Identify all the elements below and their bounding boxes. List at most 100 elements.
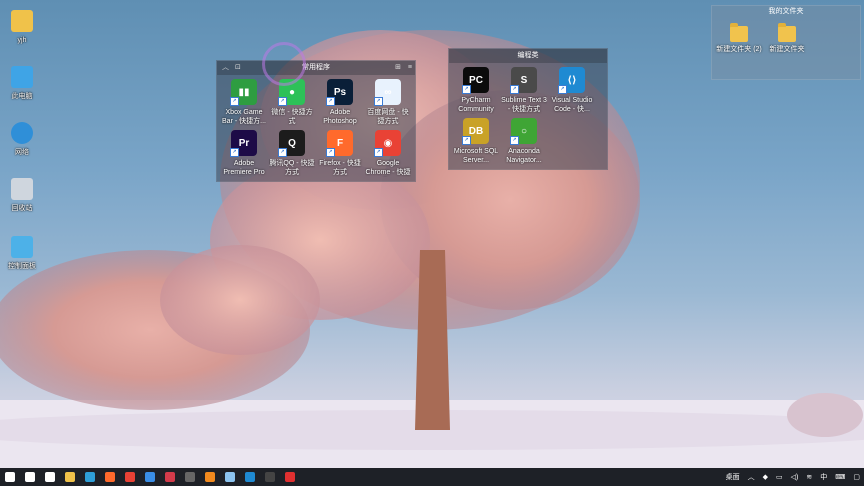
edge-icon[interactable] [80, 468, 100, 486]
app-label: Firefox - 快捷方式 [319, 160, 361, 176]
fence-title: 我的文件夹 [768, 8, 804, 15]
task-view-icon[interactable] [40, 468, 60, 486]
desktop-icon-user[interactable]: yjh [0, 10, 44, 45]
app-shortcut[interactable]: ∞ ↗ 百度网盘 - 快捷方式 [365, 79, 411, 126]
fence-title: 编程类 [517, 52, 539, 59]
sublime-icon-glyph [205, 472, 215, 482]
wifi-icon[interactable]: ≋ [802, 473, 816, 481]
ime-indicator[interactable]: 中 [816, 472, 831, 482]
menu-icon[interactable]: ≡ [408, 61, 412, 75]
taskbar: 桌面 ︿ ◆ ▭ ◁) ≋ 中 ⌨ ▢ [0, 468, 864, 486]
fence-common-programs[interactable]: ︿ ⊡ 常用程序 ⊞ ≡ ▮▮ ↗ Xbox Game Bar - 快捷方... ● ↗… [216, 60, 416, 182]
app-label: PyCharm Community E... [458, 97, 494, 113]
app-label: Adobe Photoshop 202... [323, 109, 357, 125]
terminal-dark-icon-glyph [265, 472, 275, 482]
folder-new-2[interactable]: 新建文件夹 (2) [716, 23, 762, 54]
network-icon [11, 122, 33, 144]
shortcut-arrow-icon: ↗ [278, 97, 287, 106]
app-shortcut[interactable]: ▮▮ ↗ Xbox Game Bar - 快捷方... [221, 79, 267, 126]
desktop-toolbar-label[interactable]: 桌面 [722, 472, 744, 482]
pen-icon-glyph [225, 472, 235, 482]
app-shortcut[interactable]: Ps↗ Adobe Photoshop 202... [317, 79, 363, 126]
shortcut-arrow-icon: ↗ [462, 136, 471, 145]
firefox-icon[interactable] [100, 468, 120, 486]
sublime-icon[interactable] [200, 468, 220, 486]
shortcut-arrow-icon: ↗ [374, 148, 383, 157]
chevron-up-icon[interactable]: ︿ [744, 472, 759, 482]
photoshop-icon: Ps ↗ [326, 79, 353, 106]
app-shortcut[interactable]: ○ ↗ Anaconda Navigator... [501, 118, 547, 165]
shortcut-arrow-icon: ↗ [230, 97, 239, 106]
recycle-bin-icon [11, 178, 33, 200]
app-icon[interactable] [160, 468, 180, 486]
desktop-icon-network[interactable]: 网络 [0, 122, 44, 157]
app-shortcut[interactable]: ● ↗ 微信 - 快捷方式 [269, 79, 315, 126]
app-shortcut[interactable]: ⟨⟩ ↗ Visual Studio Code - 快... [549, 67, 595, 114]
terminal-icon[interactable] [180, 468, 200, 486]
desktop-icon-control-panel[interactable]: 控制面板 [0, 236, 44, 271]
app-label: Microsoft SQL Server... [453, 148, 499, 164]
record-icon[interactable] [280, 468, 300, 486]
folder-label: 新建文件夹 [769, 46, 805, 53]
app-shortcut[interactable]: Q ↗ 腾讯QQ - 快捷方式 [269, 130, 315, 177]
desktop-icon-computer[interactable]: 此电脑 [0, 66, 44, 101]
folder-icon [730, 23, 748, 42]
desktop-icon-recycle-bin[interactable]: 回收站 [0, 178, 44, 213]
desktop-icon-label: 控制面板 [8, 263, 36, 270]
desktop-icon-label: yjh [17, 37, 27, 44]
mail-icon[interactable] [140, 468, 160, 486]
vscode-icon: ⟨⟩ ↗ [558, 67, 585, 94]
control-panel-icon [11, 236, 33, 258]
taskbar-buttons [0, 468, 300, 486]
app-shortcut[interactable]: S ↗ Sublime Text 3 - 快捷方式 [501, 67, 547, 114]
notification-icon[interactable]: ▢ [849, 473, 864, 481]
collapse-icon[interactable]: ︿ [222, 61, 229, 75]
app-shortcut[interactable]: ◉↗ Google Chrome - 快捷方... [365, 130, 411, 177]
app-shortcut[interactable]: F ↗ Firefox - 快捷方式 [317, 130, 363, 177]
app-label: Sublime Text 3 - 快捷方式 [501, 97, 547, 113]
app-shortcut[interactable]: DB ↗ Microsoft SQL Server... [453, 118, 499, 165]
shortcut-arrow-icon: ↗ [230, 148, 239, 157]
task-view-icon-glyph [45, 472, 55, 482]
terminal-dark-icon[interactable] [260, 468, 280, 486]
xbox-game-bar-icon: ▮▮ ↗ [230, 79, 257, 106]
premiere-icon: Pr ↗ [230, 130, 257, 157]
fence-programming[interactable]: 编程类 PC↗ PyCharm Community E... S↗ Sublime T… [448, 48, 608, 170]
chrome-icon[interactable] [120, 468, 140, 486]
search-icon[interactable] [20, 468, 40, 486]
app-shortcut[interactable]: Pr↗ Adobe Premiere Pro 20... [221, 130, 267, 177]
desktop-icon-label: 此电脑 [11, 93, 33, 100]
shortcut-arrow-icon: ↗ [374, 97, 383, 106]
fence-title-bar[interactable]: ︿ ⊡ 常用程序 ⊞ ≡ [217, 61, 415, 75]
start-icon[interactable] [0, 468, 20, 486]
shortcut-arrow-icon: ↗ [558, 85, 567, 94]
app-shortcut[interactable]: PC↗ PyCharm Community E... [453, 67, 499, 114]
shortcut-arrow-icon: ↗ [462, 85, 471, 94]
keyboard-icon[interactable]: ⌨ [831, 473, 849, 481]
vscode-icon[interactable] [240, 468, 260, 486]
shortcut-arrow-icon: ↗ [278, 148, 287, 157]
folder-icon [778, 23, 796, 42]
app-label: Google Chrome - 快捷方... [365, 160, 411, 176]
record-icon-glyph [285, 472, 295, 482]
lock-icon[interactable]: ⊡ [235, 61, 241, 75]
sql-server-icon: DB ↗ [462, 118, 489, 145]
my-folders-fence[interactable]: 我的文件夹 新建文件夹 (2) 新建文件夹 [711, 5, 861, 80]
fence-app-grid: ▮▮ ↗ Xbox Game Bar - 快捷方... ● ↗ 微信 - 快捷方式 Ps ↗ A… [217, 75, 415, 181]
shortcut-arrow-icon: ↗ [510, 136, 519, 145]
computer-icon [11, 66, 33, 88]
mail-icon-glyph [145, 472, 155, 482]
search-icon-glyph [25, 472, 35, 482]
volume-icon[interactable]: ◁) [787, 473, 803, 481]
file-explorer-icon[interactable] [60, 468, 80, 486]
fence-title-bar[interactable]: 编程类 [449, 49, 607, 63]
folder-new[interactable]: 新建文件夹 [764, 23, 810, 54]
qq-icon: Q ↗ [278, 130, 305, 157]
battery-icon[interactable]: ▭ [772, 473, 787, 481]
pen-icon[interactable] [220, 468, 240, 486]
security-icon[interactable]: ◆ [759, 473, 772, 481]
user-folder-icon [11, 10, 33, 32]
layout-icon[interactable]: ⊞ [395, 61, 401, 75]
app-icon-glyph [165, 472, 175, 482]
chrome-icon-glyph [125, 472, 135, 482]
